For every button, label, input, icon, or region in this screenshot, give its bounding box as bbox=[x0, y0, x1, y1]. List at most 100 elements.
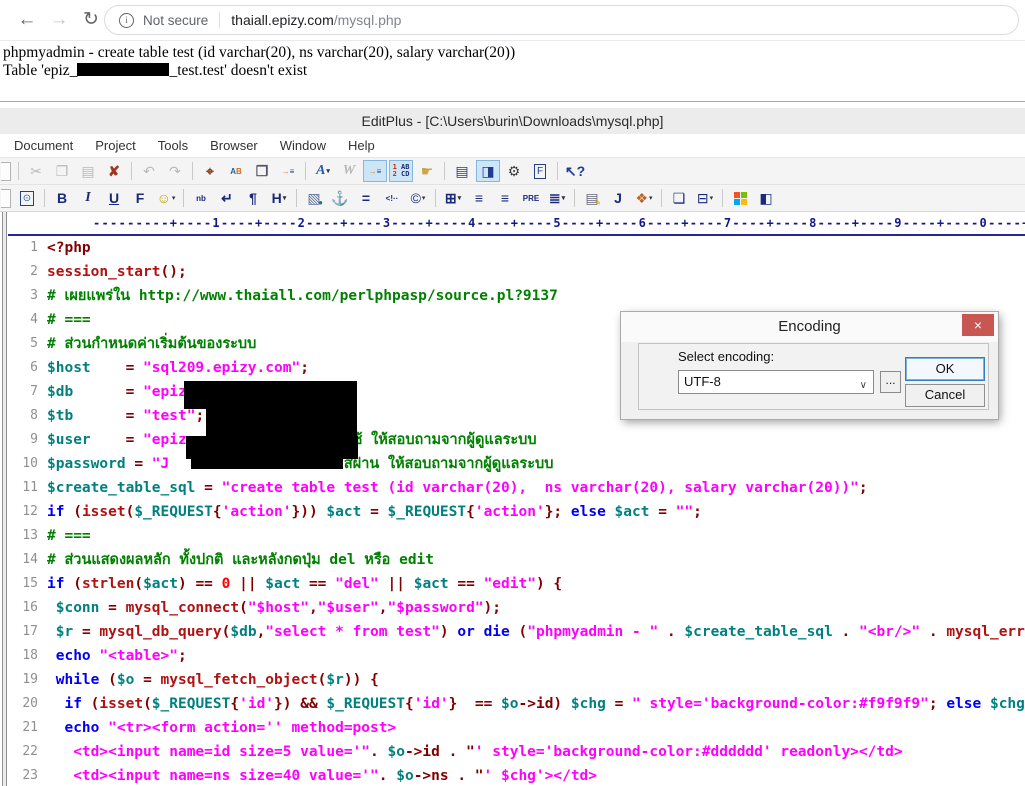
copy-icon[interactable]: ❐ bbox=[50, 160, 74, 182]
window-left-border bbox=[0, 212, 8, 786]
redaction-box bbox=[186, 436, 358, 459]
object-icon[interactable]: ❖ ▾ bbox=[632, 187, 656, 209]
directory-window-icon[interactable]: ▤ bbox=[450, 160, 474, 182]
browse-button[interactable]: ... bbox=[880, 371, 901, 393]
code-line: 20 if (isset($_REQUEST{'id'}) && $_REQUE… bbox=[8, 692, 1025, 716]
paste-icon[interactable]: ▤ bbox=[76, 160, 100, 182]
list-icon[interactable]: ≣ ▾ bbox=[545, 187, 569, 209]
forward-icon[interactable]: → bbox=[46, 7, 72, 33]
line-number: 20 bbox=[22, 696, 38, 711]
menu-window[interactable]: Window bbox=[269, 138, 337, 153]
line-number: 18 bbox=[22, 648, 38, 663]
ok-button[interactable]: OK bbox=[905, 357, 985, 381]
encoding-dialog: Encoding × Select encoding: UTF-8 ∨ ... O… bbox=[621, 312, 998, 419]
editplus-titlebar: EditPlus - [C:\Users\burin\Downloads\mys… bbox=[0, 108, 1025, 134]
menu-tools[interactable]: Tools bbox=[147, 138, 199, 153]
ftp-icon[interactable]: ⚙ bbox=[502, 160, 526, 182]
close-icon[interactable]: × bbox=[962, 314, 994, 336]
right-align-icon[interactable]: ≡ bbox=[493, 187, 517, 209]
applet-icon[interactable]: J bbox=[606, 187, 630, 209]
toolbar-separator bbox=[722, 189, 723, 207]
menu-project[interactable]: Project bbox=[84, 138, 146, 153]
file-window-icon[interactable]: ◨ bbox=[476, 160, 500, 182]
code-line: 15 if (strlen($act) == 0 || $act == "del"… bbox=[8, 572, 1025, 596]
script-icon[interactable]: ▤ ✎ bbox=[580, 187, 604, 209]
line-numbers-icon[interactable]: 1 AB 2 CD bbox=[389, 160, 413, 182]
function-list-icon[interactable]: F bbox=[528, 160, 552, 182]
center-align-icon[interactable]: ≡ bbox=[467, 187, 491, 209]
view-in-browser-icon[interactable] bbox=[728, 187, 752, 209]
line-number: 19 bbox=[22, 672, 38, 687]
line-number: 13 bbox=[22, 528, 38, 543]
replace-icon[interactable]: AB bbox=[224, 160, 248, 182]
find-in-files-icon[interactable]: ❒ bbox=[250, 160, 274, 182]
code-line: 19 while ($o = mysql_fetch_object($r)) { bbox=[8, 668, 1025, 692]
line-number: 14 bbox=[22, 552, 38, 567]
heading-icon[interactable]: H ▾ bbox=[267, 187, 291, 209]
page-text-line1: phpmyadmin - create table test (id varch… bbox=[3, 44, 516, 61]
partial-print-icon bbox=[1, 188, 11, 208]
wrap-icon[interactable]: → ≡ bbox=[363, 160, 387, 182]
address-bar[interactable]: i Not secure thaiall.epizy.com/mysql.php bbox=[104, 5, 1019, 35]
font-icon[interactable]: F bbox=[128, 187, 152, 209]
browser-preview-icon[interactable]: ⊙ bbox=[15, 187, 39, 209]
line-number: 22 bbox=[22, 744, 38, 759]
toolbar-separator bbox=[557, 162, 558, 180]
comment-icon[interactable]: <!·· bbox=[380, 187, 404, 209]
find-icon[interactable]: ⌖ bbox=[198, 160, 222, 182]
redaction-box bbox=[184, 381, 357, 409]
encoding-select[interactable]: UTF-8 ∨ bbox=[678, 370, 874, 394]
redo-icon[interactable]: ↷ bbox=[163, 160, 187, 182]
context-help-icon[interactable]: ↖? bbox=[563, 160, 587, 182]
ruler-scale: ---------+----1----+----2----+----3----+… bbox=[93, 216, 1025, 230]
image-icon[interactable]: ▧ ● bbox=[302, 187, 326, 209]
menu-help[interactable]: Help bbox=[337, 138, 386, 153]
line-number: 4 bbox=[30, 312, 38, 327]
font-style-icon[interactable]: A ▾ bbox=[311, 160, 335, 182]
toolbar-separator bbox=[183, 189, 184, 207]
break-icon[interactable]: ↵ bbox=[215, 187, 239, 209]
menu-document[interactable]: Document bbox=[3, 138, 84, 153]
browser-page: phpmyadmin - create table test (id varch… bbox=[0, 41, 1025, 101]
doc-hand-icon[interactable]: ☛ bbox=[415, 160, 439, 182]
line-number: 11 bbox=[22, 480, 38, 495]
watermark-icon[interactable]: W bbox=[337, 160, 361, 182]
toolbar-separator bbox=[131, 162, 132, 180]
italic-icon[interactable]: I bbox=[76, 187, 100, 209]
window-list-icon[interactable]: ⊟ ▾ bbox=[693, 187, 717, 209]
line-number: 6 bbox=[30, 360, 38, 375]
reload-icon[interactable]: ↻ bbox=[78, 7, 104, 33]
special-char-icon[interactable]: © ▾ bbox=[406, 187, 430, 209]
split-window-icon[interactable]: ◧ bbox=[754, 187, 778, 209]
goto-line-icon[interactable]: → ≡ bbox=[276, 160, 300, 182]
info-icon[interactable]: i bbox=[119, 12, 134, 28]
redaction-box bbox=[191, 459, 343, 469]
delete-icon[interactable]: ✘ bbox=[102, 160, 126, 182]
nbsp-icon[interactable]: nb bbox=[189, 187, 213, 209]
cancel-button[interactable]: Cancel bbox=[905, 384, 985, 407]
pre-icon[interactable]: PRE bbox=[519, 187, 543, 209]
toolbar-area: ✂ ❐ ▤ ✘ ↶ ↷ ⌖ A B ❒ → ≡ A ▾ W → ≡ 1 AB 2 CD ☛ ▤ ◨ ⚙ F ↖? ⊙ B I U F ☺ ▾… bbox=[0, 158, 1025, 212]
paragraph-icon[interactable]: ¶ bbox=[241, 187, 265, 209]
menu-browser[interactable]: Browser bbox=[199, 138, 269, 153]
code-line: 13 # === bbox=[8, 524, 1025, 548]
undo-icon[interactable]: ↶ bbox=[137, 160, 161, 182]
underline-icon[interactable]: U bbox=[102, 187, 126, 209]
line-number: 10 bbox=[22, 456, 38, 471]
code-line: 11 $create_table_sql = "create table test… bbox=[8, 476, 1025, 500]
redaction-box bbox=[77, 63, 170, 76]
code-line: 3 # เผยแพร่ใน http://www.thaiall.com/perl… bbox=[8, 284, 1025, 308]
table-icon[interactable]: ⊞ ▾ bbox=[441, 187, 465, 209]
anchor-icon[interactable]: ⚓ bbox=[328, 187, 352, 209]
smiley-icon[interactable]: ☺ ▾ bbox=[154, 187, 178, 209]
cut-icon[interactable]: ✂ bbox=[24, 160, 48, 182]
line-number: 3 bbox=[30, 288, 38, 303]
hrule-icon[interactable]: = bbox=[354, 187, 378, 209]
bold-icon[interactable]: B bbox=[50, 187, 74, 209]
url-host: thaiall.epizy.com bbox=[231, 12, 334, 28]
new-window-icon[interactable]: ❏ bbox=[667, 187, 691, 209]
line-number: 16 bbox=[22, 600, 38, 615]
back-icon[interactable]: ← bbox=[14, 7, 40, 33]
dialog-title: Encoding bbox=[621, 312, 998, 342]
toolbar-separator bbox=[435, 189, 436, 207]
